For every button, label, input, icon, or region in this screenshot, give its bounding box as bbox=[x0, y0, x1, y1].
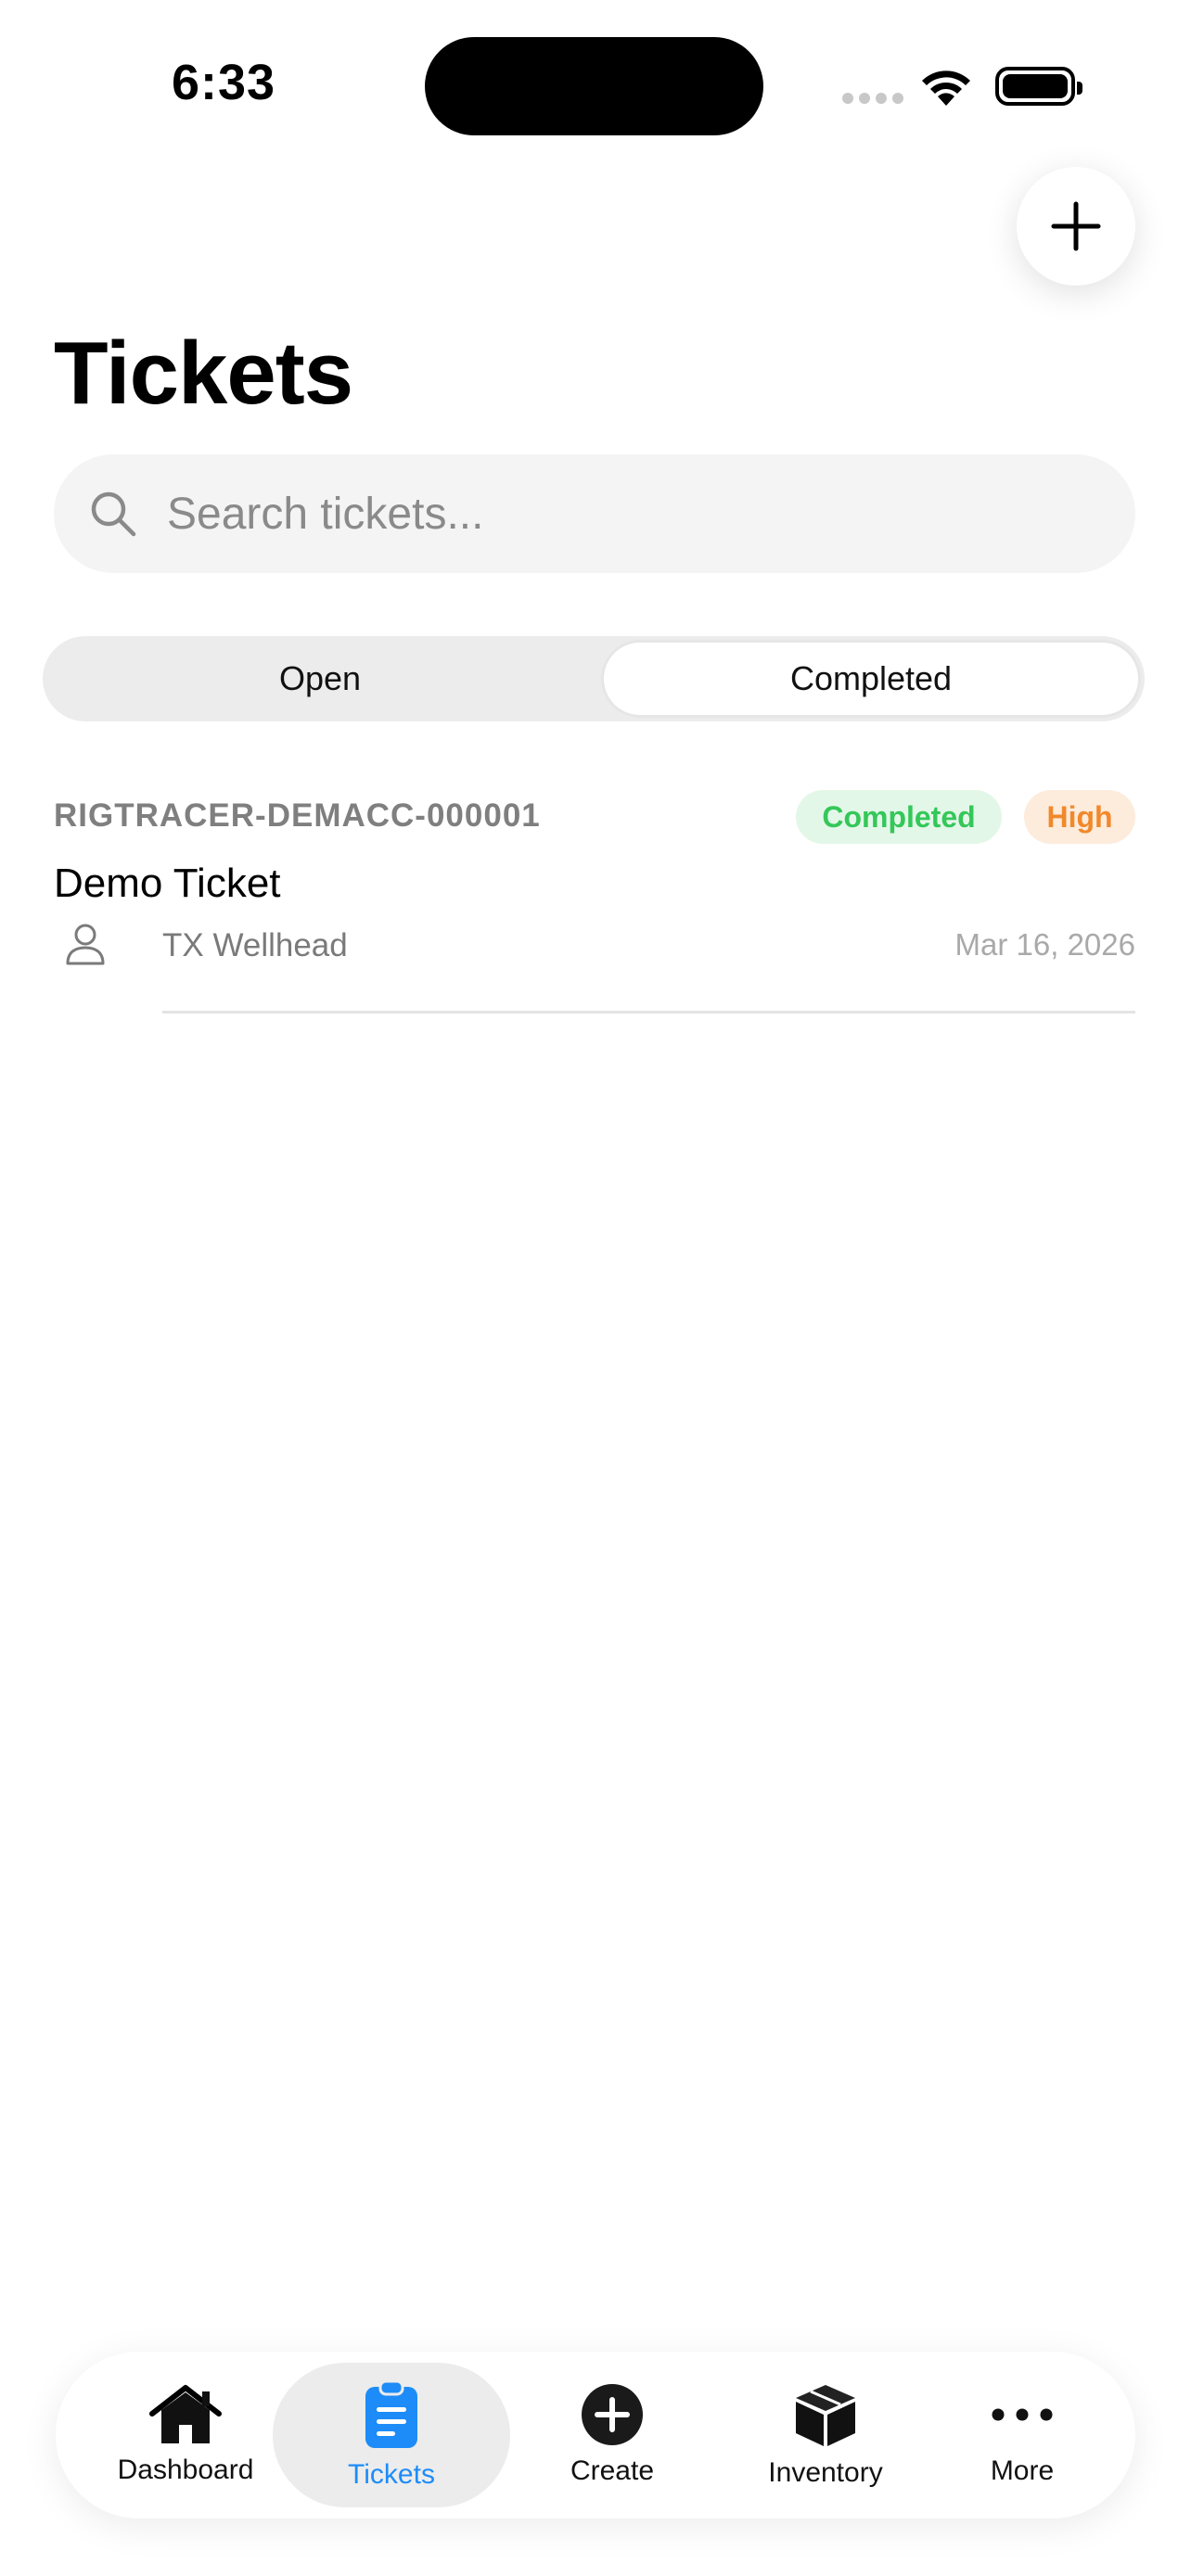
page-title: Tickets bbox=[54, 324, 353, 423]
cellular-signal-icon bbox=[842, 93, 903, 104]
tab-inventory[interactable]: Inventory bbox=[714, 2363, 937, 2507]
segment-open[interactable]: Open bbox=[46, 640, 594, 718]
wifi-icon bbox=[922, 70, 970, 106]
status-badge: Completed bbox=[796, 790, 1002, 844]
tab-dashboard[interactable]: Dashboard bbox=[93, 2363, 278, 2507]
ticket-title: Demo Ticket bbox=[54, 861, 281, 906]
tab-label: More bbox=[990, 2455, 1055, 2486]
tab-more[interactable]: More bbox=[939, 2363, 1106, 2507]
status-segmented-control: Open Completed bbox=[43, 636, 1145, 721]
ticket-location: TX Wellhead bbox=[162, 927, 348, 963]
plus-circle-icon bbox=[582, 2384, 643, 2445]
house-icon bbox=[149, 2385, 222, 2443]
search-icon bbox=[91, 491, 136, 537]
tab-tickets[interactable]: Tickets bbox=[273, 2363, 510, 2507]
search-input[interactable] bbox=[165, 487, 1096, 541]
tab-bar: Dashboard Tickets Create Inventory More bbox=[56, 2352, 1135, 2519]
clipboard-icon bbox=[365, 2379, 417, 2448]
tab-label: Inventory bbox=[768, 2457, 883, 2488]
tab-label: Dashboard bbox=[117, 2455, 254, 2485]
tab-create[interactable]: Create bbox=[519, 2363, 705, 2507]
dynamic-island bbox=[425, 37, 763, 135]
tab-label: Create bbox=[570, 2455, 655, 2486]
ticket-date: Mar 16, 2026 bbox=[954, 927, 1135, 962]
row-divider bbox=[162, 1011, 1135, 1014]
add-ticket-button[interactable] bbox=[1017, 167, 1135, 286]
tab-label: Tickets bbox=[348, 2459, 435, 2490]
person-icon bbox=[66, 924, 105, 965]
ticket-id: RIGTRACER-DEMACC-000001 bbox=[54, 797, 541, 834]
priority-badge: High bbox=[1024, 790, 1135, 844]
search-bar[interactable] bbox=[54, 454, 1135, 573]
ellipsis-icon bbox=[992, 2408, 1053, 2421]
status-time: 6:33 bbox=[172, 55, 276, 110]
battery-icon bbox=[995, 67, 1082, 106]
plus-icon bbox=[1051, 201, 1101, 251]
segment-completed[interactable]: Completed bbox=[601, 640, 1141, 718]
box-icon bbox=[796, 2385, 855, 2446]
